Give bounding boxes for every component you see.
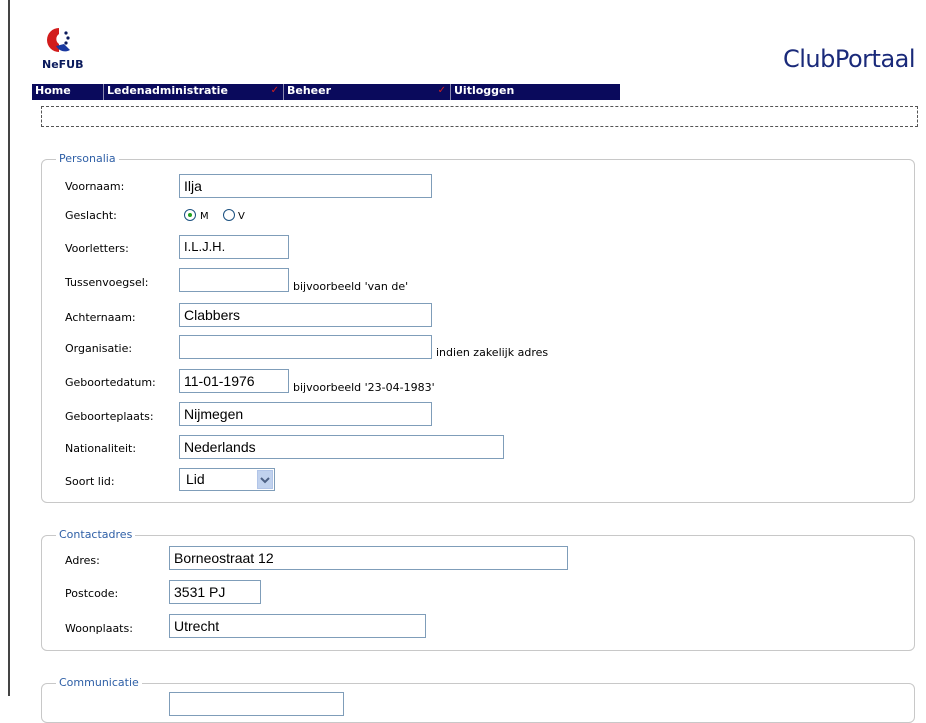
personalia-legend: Personalia [56,152,119,165]
organisatie-input[interactable] [179,335,432,359]
message-area [41,106,918,127]
nav-beheer[interactable]: Beheer ✓ [283,84,450,100]
woonplaats-label: Woonplaats: [65,622,133,635]
geslacht-v-label: V [238,211,245,222]
main-nav: Home Ledenadministratie ✓ Beheer ✓ Uitlo… [32,84,620,100]
nav-uitloggen-label: Uitloggen [454,84,515,97]
nav-beheer-label: Beheer [287,84,332,97]
soort-lid-label: Soort lid: [65,475,115,488]
nav-home-label: Home [35,84,71,97]
chevron-down-icon: ✓ [437,85,446,96]
adres-input[interactable]: Borneostraat 12 [169,546,568,570]
geboortedatum-hint: bijvoorbeeld '23-04-1983' [293,381,435,394]
voornaam-label: Voornaam: [65,180,125,193]
voorletters-input[interactable]: I.L.J.H. [179,235,289,259]
geslacht-v-radio[interactable] [223,209,235,221]
organisatie-hint: indien zakelijk adres [436,346,549,359]
chevron-down-icon: ✓ [270,85,279,96]
voorletters-label: Voorletters: [65,242,129,255]
postcode-input[interactable]: 3531 PJ [169,580,261,604]
achternaam-label: Achternaam: [65,311,136,324]
geboortedatum-label: Geboortedatum: [65,376,156,389]
radio-selected-dot [188,213,192,217]
geboorteplaats-input[interactable]: Nijmegen [179,402,432,426]
nav-home[interactable]: Home [32,84,103,100]
nationaliteit-input[interactable]: Nederlands [179,435,504,459]
window-left-border [8,0,10,696]
adres-label: Adres: [65,554,100,567]
brand-title: ClubPortaal [783,45,916,73]
geboorteplaats-label: Geboorteplaats: [65,410,154,423]
geboortedatum-input[interactable]: 11-01-1976 [179,369,289,393]
select-dropdown-button[interactable] [257,470,273,489]
logo-text: NeFUB [42,58,84,71]
geslacht-label: Geslacht: [65,209,117,222]
postcode-label: Postcode: [65,587,119,600]
communicatie-legend: Communicatie [56,676,142,689]
contactadres-legend: Contactadres [56,528,136,541]
woonplaats-input[interactable]: Utrecht [169,614,426,638]
voornaam-input[interactable]: Ilja [179,174,432,198]
tussenvoegsel-hint: bijvoorbeeld 'van de' [293,280,409,293]
tussenvoegsel-label: Tussenvoegsel: [65,276,149,289]
geslacht-m-label: M [200,211,209,222]
nav-ledenadministratie[interactable]: Ledenadministratie ✓ [103,84,283,100]
soort-lid-value: Lid [186,471,205,487]
nav-ledenadministratie-label: Ledenadministratie [107,84,228,97]
nationaliteit-label: Nationaliteit: [65,442,137,455]
chevron-down-icon [260,477,270,484]
achternaam-input[interactable]: Clabbers [179,303,432,327]
tussenvoegsel-input[interactable] [179,268,289,292]
geslacht-m-radio[interactable] [184,209,196,221]
organisatie-label: Organisatie: [65,342,133,355]
soort-lid-select[interactable]: Lid [179,468,275,491]
nav-uitloggen[interactable]: Uitloggen [450,84,620,100]
